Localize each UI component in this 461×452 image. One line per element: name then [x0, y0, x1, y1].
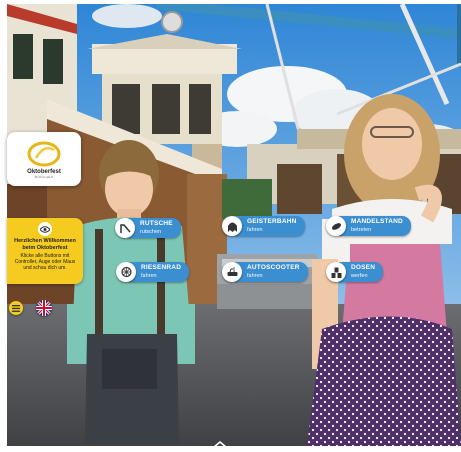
chevron-up-icon[interactable] [212, 440, 228, 448]
oktoberfest-logo-icon [27, 141, 61, 166]
hotspot-title: GEISTERBAHN [247, 218, 297, 225]
hotspot-riesenrad[interactable]: RIESENRAD fahren [116, 262, 190, 282]
hotspot-autoscooter[interactable]: AUTOSCOOTER fahren [222, 262, 308, 282]
eye-icon [38, 222, 52, 236]
hotspot-rutsche[interactable]: RUTSCHE rutschen [115, 218, 181, 238]
hotspot-subtitle: betreten [351, 227, 372, 233]
welcome-title: Herzlichen Willkommen beim Oktoberfest [14, 238, 76, 251]
hotspot-title: DOSEN [351, 264, 376, 271]
language-button[interactable] [36, 300, 52, 316]
hotspot-geisterbahn[interactable]: GEISTERBAHN fahren [222, 216, 305, 236]
hotspot-title: AUTOSCOOTER [247, 264, 300, 271]
uk-flag-icon [36, 300, 52, 316]
hotspot-mandelstand[interactable]: MANDELSTAND betreten [326, 216, 411, 236]
ferris-wheel-icon [116, 262, 136, 282]
bumper-car-icon [222, 262, 242, 282]
hotspot-dosen[interactable]: DOSEN werfen [326, 262, 384, 282]
slide-icon [115, 218, 135, 238]
hotspot-subtitle: werfen [351, 273, 368, 279]
hotspot-subtitle: fahren [247, 227, 263, 233]
welcome-panel: Herzlichen Willkommen beim Oktoberfest K… [7, 218, 83, 284]
ghost-icon [222, 216, 242, 236]
menu-button[interactable] [9, 301, 23, 315]
vr-viewer[interactable]: Oktoberfest MÜNCHEN Herzlichen Willkomme… [0, 0, 461, 452]
hotspot-title: RIESENRAD [141, 264, 182, 271]
welcome-text: Klicke alle Buttons mit Controller, Auge… [14, 253, 76, 271]
hotspot-subtitle: rutschen [140, 229, 162, 235]
cans-icon [326, 262, 346, 282]
hotspot-title: MANDELSTAND [351, 218, 403, 225]
hotspot-subtitle: fahren [141, 273, 157, 279]
hotspot-title: RUTSCHE [140, 220, 173, 227]
menu-icon [12, 304, 20, 312]
oktoberfest-logo[interactable]: Oktoberfest MÜNCHEN [7, 132, 81, 186]
almond-icon [326, 216, 346, 236]
hotspot-subtitle: fahren [247, 273, 263, 279]
logo-sub-text: MÜNCHEN [34, 174, 54, 179]
